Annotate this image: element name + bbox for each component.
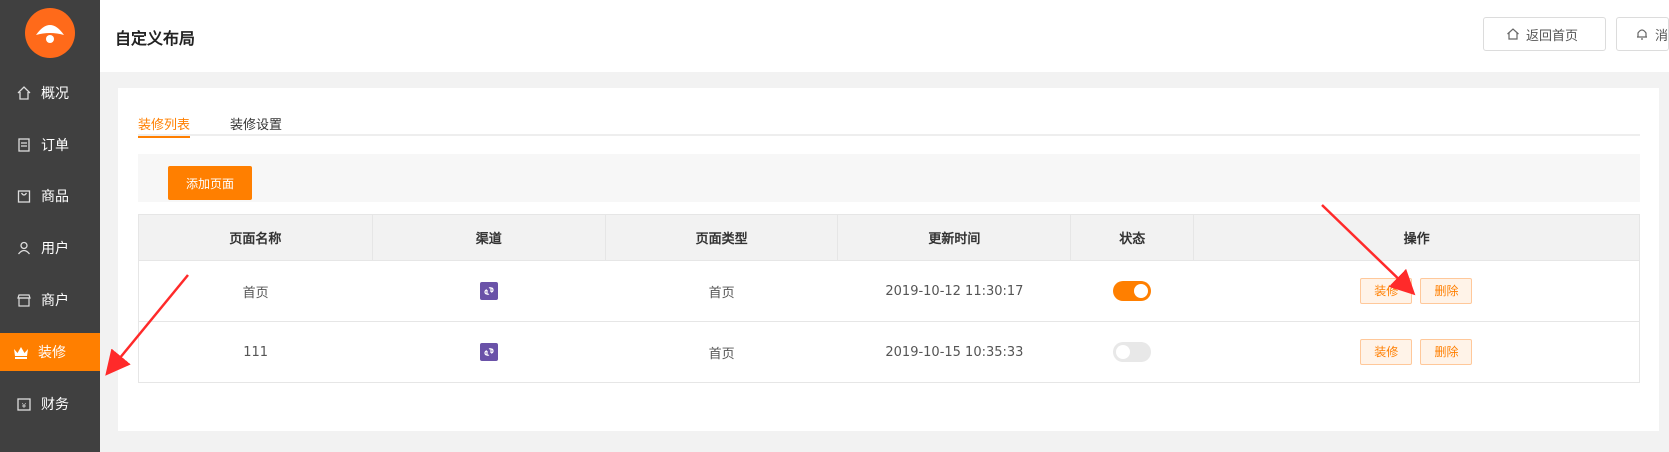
- sidebar-item-decoration[interactable]: 装修: [0, 333, 100, 371]
- toolbar: 添加页面: [138, 154, 1640, 202]
- bell-icon: [1635, 27, 1649, 41]
- order-icon: [15, 136, 33, 154]
- page-type-cell: 首页: [605, 321, 838, 383]
- sidebar-item-label: 概况: [41, 86, 69, 102]
- add-page-button[interactable]: 添加页面: [168, 166, 252, 200]
- updated-time-cell: 2019-10-12 11:30:17: [837, 260, 1071, 322]
- actions-cell: 装修 删除: [1193, 260, 1640, 322]
- page-name-cell: 111: [138, 321, 373, 383]
- column-header: 操作: [1193, 214, 1640, 261]
- tab-decoration-settings[interactable]: 装修设置: [230, 114, 282, 136]
- pages-table: 页面名称 渠道 页面类型 更新时间 状态 操作 首页 首页 2019-10-12…: [138, 214, 1640, 383]
- messages-button[interactable]: 消: [1616, 17, 1669, 51]
- sidebar-item-label: 用户: [41, 241, 69, 257]
- mini-program-icon: [479, 282, 498, 300]
- sidebar-item-merchants[interactable]: 商户: [0, 281, 100, 319]
- sidebar-item-overview[interactable]: 概况: [0, 74, 100, 112]
- back-home-button[interactable]: 返回首页: [1483, 17, 1606, 51]
- sidebar-item-label: 商品: [41, 189, 69, 205]
- sidebar-item-orders[interactable]: 订单: [0, 126, 100, 164]
- column-header: 渠道: [371, 214, 606, 261]
- home-icon: [1506, 27, 1520, 41]
- messages-label: 消: [1655, 28, 1669, 44]
- mini-program-icon: [479, 343, 498, 361]
- sidebar-item-users[interactable]: 用户: [0, 229, 100, 267]
- store-icon: [15, 291, 33, 309]
- sidebar-item-label: 订单: [41, 138, 69, 154]
- sidebar-item-label: 商户: [41, 293, 69, 309]
- column-header: 页面类型: [604, 214, 839, 261]
- actions-cell: 装修 删除: [1193, 321, 1640, 383]
- page-name-cell: 首页: [138, 260, 373, 322]
- sidebar: 概况 订单 商品 用户 商户 装修 ¥ 财务: [0, 0, 100, 452]
- column-header: 页面名称: [138, 214, 373, 261]
- column-header: 状态: [1070, 214, 1195, 261]
- decorate-button[interactable]: 装修: [1360, 339, 1413, 365]
- sidebar-item-finance[interactable]: ¥ 财务: [0, 385, 100, 423]
- updated-time-cell: 2019-10-15 10:35:33: [837, 321, 1071, 383]
- table-row: 111 首页 2019-10-15 10:35:33 装修 删除: [138, 321, 1640, 383]
- logo-icon: [36, 25, 64, 43]
- sidebar-item-label: 装修: [38, 345, 66, 361]
- crown-icon: [12, 343, 30, 361]
- tab-bar: 装修列表 装修设置: [138, 114, 1640, 138]
- delete-button[interactable]: 删除: [1420, 339, 1473, 365]
- svg-text:¥: ¥: [22, 402, 27, 410]
- status-cell: [1070, 260, 1194, 322]
- back-home-label: 返回首页: [1526, 28, 1579, 44]
- table-header-row: 页面名称 渠道 页面类型 更新时间 状态 操作: [138, 214, 1640, 261]
- page-type-cell: 首页: [605, 260, 838, 322]
- logo[interactable]: [25, 8, 75, 58]
- channel-cell: [372, 260, 606, 322]
- sidebar-item-label: 财务: [41, 397, 69, 413]
- table-row: 首页 首页 2019-10-12 11:30:17 装修 删除: [138, 260, 1640, 322]
- status-cell: [1070, 321, 1194, 383]
- status-toggle[interactable]: [1113, 342, 1152, 362]
- column-header: 更新时间: [837, 214, 1072, 261]
- content-card: 装修列表 装修设置 添加页面 页面名称 渠道 页面类型 更新时间 状态 操作 首…: [118, 88, 1659, 431]
- wallet-icon: ¥: [15, 395, 33, 413]
- home-icon: [15, 84, 33, 102]
- bag-icon: [15, 187, 33, 205]
- channel-cell: [372, 321, 606, 383]
- decorate-button[interactable]: 装修: [1360, 278, 1413, 304]
- app-root: 概况 订单 商品 用户 商户 装修 ¥ 财务 自定义布局 返回首页 消 装修列表…: [0, 0, 1669, 452]
- page-title: 自定义布局: [115, 29, 196, 48]
- header: 自定义布局 返回首页 消: [100, 0, 1669, 72]
- user-icon: [15, 239, 33, 257]
- sidebar-item-products[interactable]: 商品: [0, 177, 100, 215]
- delete-button[interactable]: 删除: [1420, 278, 1473, 304]
- tab-decoration-list[interactable]: 装修列表: [138, 114, 191, 138]
- status-toggle[interactable]: [1113, 281, 1152, 301]
